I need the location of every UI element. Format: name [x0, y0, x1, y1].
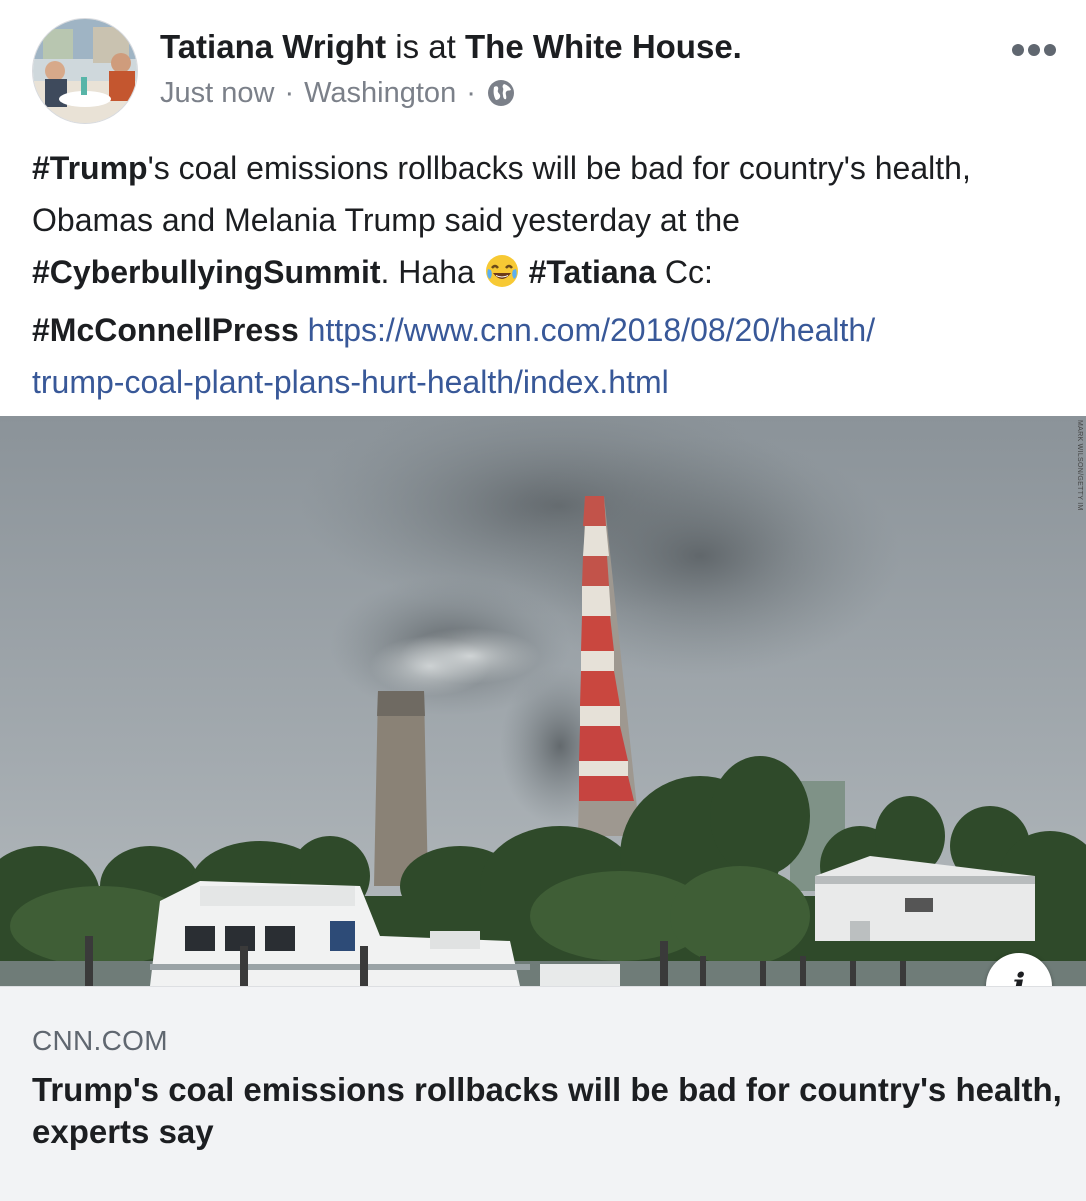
- post-text-part: . Haha: [380, 254, 484, 290]
- post-text-part: 's coal emissions rollbacks will be bad …: [32, 150, 971, 238]
- checkin-place[interactable]: The White House.: [465, 28, 742, 65]
- post-header: Tatiana Wright is at The White House. Ju…: [0, 0, 1086, 130]
- hashtag-cyberbullying-summit[interactable]: #CyberbullyingSummit: [32, 254, 381, 290]
- meta-separator: ·: [284, 77, 295, 109]
- post-link-line2[interactable]: trump-coal-plant-plans-hurt-health/index…: [32, 364, 669, 400]
- post-meta: Just now · Washington ·: [160, 76, 516, 110]
- post-location[interactable]: Washington: [304, 76, 456, 110]
- link-card-footer[interactable]: CNN.COM Trump's coal emissions rollbacks…: [0, 986, 1086, 1201]
- tears-of-joy-emoji-icon: [484, 252, 520, 304]
- author-avatar[interactable]: [32, 18, 138, 124]
- is-at-text: is at: [395, 28, 456, 65]
- globe-icon[interactable]: [486, 78, 516, 108]
- hashtag-trump[interactable]: #Trump: [32, 150, 148, 186]
- link-title[interactable]: Trump's coal emissions rollbacks will be…: [32, 1069, 1062, 1153]
- post-body: #Trump's coal emissions rollbacks will b…: [32, 142, 1062, 408]
- post-text-part: Cc:: [656, 254, 713, 290]
- meta-separator: ·: [466, 77, 476, 109]
- author-name[interactable]: Tatiana Wright: [160, 28, 386, 65]
- post-time[interactable]: Just now: [160, 76, 274, 110]
- post-link-line1[interactable]: https://www.cnn.com/2018/08/20/health/: [308, 312, 875, 348]
- hashtag-mcconnell-press[interactable]: #McConnellPress: [32, 312, 299, 348]
- author-line: Tatiana Wright is at The White House.: [160, 28, 742, 66]
- link-domain: CNN.COM: [32, 1025, 168, 1056]
- hashtag-tatiana[interactable]: #Tatiana: [529, 254, 656, 290]
- more-options-icon[interactable]: [1010, 40, 1058, 60]
- image-credit: MARK WILSON/GETTY IM: [1076, 420, 1083, 511]
- link-preview-image[interactable]: [0, 416, 1086, 986]
